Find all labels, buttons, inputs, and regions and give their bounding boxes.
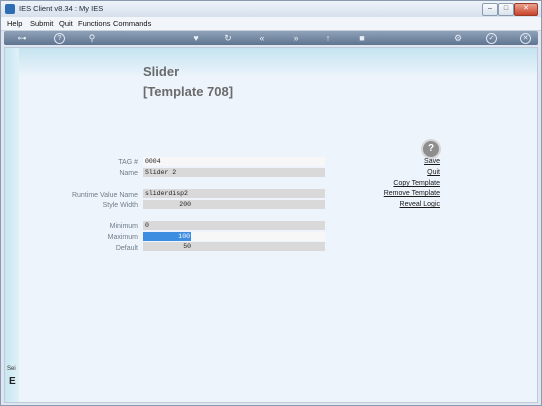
side-panel: Sei E [5, 48, 19, 402]
window-title: IES Client v8.34 : My IES [19, 4, 104, 13]
heart-icon[interactable]: ♥ [190, 32, 202, 44]
menu-bar: Help Submit Quit Functions Commands [1, 17, 541, 31]
rewind-icon[interactable]: « [256, 32, 268, 44]
check-icon[interactable]: ✓ [486, 33, 497, 44]
close-icon[interactable]: ✕ [520, 33, 531, 44]
default-label: Default [115, 245, 138, 252]
style-width-field[interactable]: 200 [143, 200, 325, 209]
menu-functions[interactable]: Functions [78, 19, 111, 28]
runtime-value-name-label: Runtime Value Name [71, 192, 138, 199]
page-subtitle: [Template 708] [143, 84, 234, 99]
close-button[interactable]: ✕ [514, 3, 538, 16]
upload-icon[interactable]: ↑ [322, 32, 334, 44]
app-window: IES Client v8.34 : My IES – □ ✕ Help Sub… [0, 0, 542, 406]
help-button[interactable]: ? [421, 139, 441, 159]
app-icon [5, 4, 15, 14]
menu-submit[interactable]: Submit [30, 19, 53, 28]
refresh-icon[interactable]: ↻ [222, 32, 234, 44]
name-label: Name [119, 170, 138, 177]
stop-icon[interactable]: ■ [356, 32, 368, 44]
reveal-logic-link[interactable]: Reveal Logic [360, 201, 440, 208]
menu-quit[interactable]: Quit [59, 19, 73, 28]
tag-label: TAG # [118, 159, 138, 166]
toolbar: ⊶ ? ⚲ ♥ ↻ « » ↑ ■ ⚙ ✓ ✕ [4, 31, 538, 45]
page-title: Slider [143, 64, 180, 79]
copy-template-link[interactable]: Copy Template [360, 180, 440, 187]
search-icon[interactable]: ⚲ [86, 32, 98, 44]
name-field[interactable]: Slider 2 [143, 168, 325, 177]
content-area: Sei E Slider [Template 708] TAG # 0004 N… [4, 47, 538, 403]
maximum-label: Maximum [107, 234, 138, 241]
menu-commands[interactable]: Commands [113, 19, 151, 28]
key-icon[interactable]: ⊶ [12, 32, 32, 44]
maximum-field-selection[interactable]: 100 [143, 232, 191, 241]
forward-icon[interactable]: » [290, 32, 302, 44]
header-band [19, 48, 537, 78]
quit-link[interactable]: Quit [360, 169, 440, 176]
settings-icon[interactable]: ⚙ [452, 32, 464, 44]
help-icon[interactable]: ? [54, 33, 65, 44]
runtime-value-name-field[interactable]: sliderdisp2 [143, 189, 325, 198]
minimize-button[interactable]: – [482, 3, 498, 16]
menu-help[interactable]: Help [7, 19, 22, 28]
title-bar: IES Client v8.34 : My IES – □ ✕ [1, 1, 541, 17]
maximize-button[interactable]: □ [498, 3, 514, 16]
maximum-field[interactable]: 100 [143, 232, 325, 241]
default-field[interactable]: 50 [143, 242, 325, 251]
remove-template-link[interactable]: Remove Template [360, 190, 440, 197]
tag-field[interactable]: 0004 [143, 157, 325, 166]
minimum-label: Minimum [109, 223, 138, 230]
minimum-field[interactable]: 0 [143, 221, 325, 230]
side-panel-label: Sei [7, 366, 16, 372]
style-width-label: Style Width [102, 202, 138, 209]
save-link[interactable]: Save [360, 158, 440, 165]
side-panel-glyph: E [9, 376, 16, 387]
